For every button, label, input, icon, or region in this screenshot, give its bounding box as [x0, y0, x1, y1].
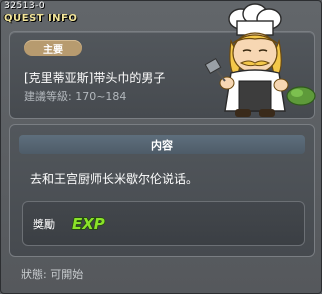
reward-box: 獎勵 EXP: [22, 201, 305, 246]
window-title: QUEST INFO: [4, 12, 78, 24]
quest-name: [克里蒂亚斯]带头巾的男子: [24, 71, 166, 85]
quest-type-badge: 主要: [24, 40, 82, 56]
title-bar[interactable]: QUEST INFO: [4, 10, 77, 26]
chef-npc-icon: [204, 3, 316, 117]
quest-status: 狀態: 可開始: [21, 268, 84, 281]
quest-detail-panel: 内容 去和王宫厨师长米歇尔伦说话。 獎勵 EXP: [9, 124, 315, 257]
recommended-level: 建議等級: 170~184: [24, 90, 127, 103]
content-section-header: 内容: [19, 135, 305, 154]
exp-icon-text: EXP: [72, 215, 105, 233]
exp-reward-icon[interactable]: EXP: [69, 210, 109, 236]
quest-description: 去和王宫厨师长米歇尔伦说话。: [30, 172, 199, 186]
quest-info-window: 32513-0 QUEST INFO 主要 [克里蒂亚斯]带头巾的男子 建議等級…: [0, 0, 322, 294]
reward-label: 獎勵: [33, 218, 55, 231]
